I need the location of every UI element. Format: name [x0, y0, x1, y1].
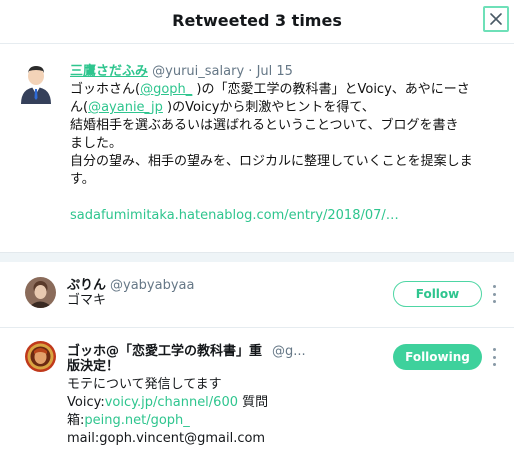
tweet-author-handle[interactable]: @yurui_salary [152, 64, 244, 79]
tweet-text-segment: )の「恋愛工学の教科書」とVoicy、あやにーさ [192, 82, 470, 97]
tweet-author-name[interactable]: 三鷹さだふみ [70, 64, 148, 79]
tweet-text: ゴッホさん(@goph_ )の「恋愛工学の教科書」とVoicy、あやにーさ ん(… [70, 81, 506, 189]
retweeter-row[interactable]: ぷりん @yabyabyaa ゴマキ Follow [0, 262, 514, 328]
tweet-text-line: 自分の望み、相手の望みを、ロジカルに整理していくことを提案しま [70, 154, 473, 169]
bio-line: 箱:peing.net/goph_ [67, 412, 387, 430]
close-icon [490, 13, 502, 25]
user-handle: @yabyabyaa [110, 278, 195, 293]
mention-link[interactable]: @ayanie_jp [88, 100, 163, 115]
avatar[interactable] [25, 341, 56, 372]
user-handle: @g... [272, 344, 306, 359]
user-bio: ゴマキ [67, 293, 107, 308]
tweet-author-avatar[interactable] [18, 64, 54, 104]
bio-text: 箱: [67, 413, 85, 428]
tweet-text-segment: ゴッホさん( [70, 82, 141, 97]
tweet-date[interactable]: Jul 15 [257, 64, 293, 79]
tweet-text-line: 結婚相手を選ぶあるいは選ばれるということついて、ブログを書き [70, 118, 459, 133]
bio-line: 版決定！ [67, 359, 120, 374]
follow-button[interactable]: Follow [393, 281, 482, 307]
user-display-name[interactable]: ゴッホ@「恋愛工学の教科書」重 @g... [67, 340, 306, 359]
more-options-icon[interactable] [489, 285, 499, 303]
modal-header: Retweeted 3 times [0, 0, 514, 44]
avatar[interactable] [25, 277, 56, 308]
peing-link[interactable]: peing.net/goph_ [84, 413, 189, 428]
tweet-body: 三鷹さだふみ @yurui_salary · Jul 15 ゴッホさん(@gop… [70, 63, 506, 225]
display-name-text: ゴッホ@「恋愛工学の教科書」重 [67, 344, 263, 359]
display-name-text: ぷりん [67, 278, 107, 293]
voicy-link[interactable]: voicy.jp/channel/600 [105, 395, 238, 410]
retweeter-row[interactable]: ゴッホ@「恋愛工学の教科書」重 @g... 版決定！ モテについて発信してます V… [0, 328, 514, 451]
tweet-meta: 三鷹さだふみ @yurui_salary · Jul 15 [70, 63, 506, 81]
bio-line: mail:goph.vincent@gmail.com [67, 431, 266, 446]
bio-text: 質問 [238, 395, 269, 410]
bio-line: モテについて発信してます [67, 377, 222, 392]
bio-line: Voicy:voicy.jp/channel/600 質問 [67, 394, 387, 412]
tweet-text-line: ました。 [70, 136, 123, 151]
bio-text: Voicy: [67, 395, 105, 410]
more-options-icon[interactable] [489, 348, 499, 366]
tweet-text-line: す。 [70, 172, 95, 187]
separator-dot: · [248, 64, 253, 79]
close-button[interactable] [483, 6, 509, 32]
modal-title: Retweeted 3 times [172, 11, 342, 30]
following-button[interactable]: Following [393, 344, 482, 370]
tweet-url-link[interactable]: sadafumimitaka.hatenablog.com/entry/2018… [70, 207, 506, 225]
user-display-name[interactable]: ぷりん @yabyabyaa [67, 274, 194, 293]
mention-link[interactable]: @goph_ [140, 82, 192, 97]
user-bio: 版決定！ モテについて発信してます Voicy:voicy.jp/channel… [67, 358, 387, 448]
section-divider [0, 252, 514, 262]
tweet-text-segment: ん( [70, 100, 89, 115]
tweet-text-segment: )のVoicyから刺激やヒントを得て、 [162, 100, 375, 115]
tweet: 三鷹さだふみ @yurui_salary · Jul 15 ゴッホさん(@gop… [0, 44, 514, 252]
